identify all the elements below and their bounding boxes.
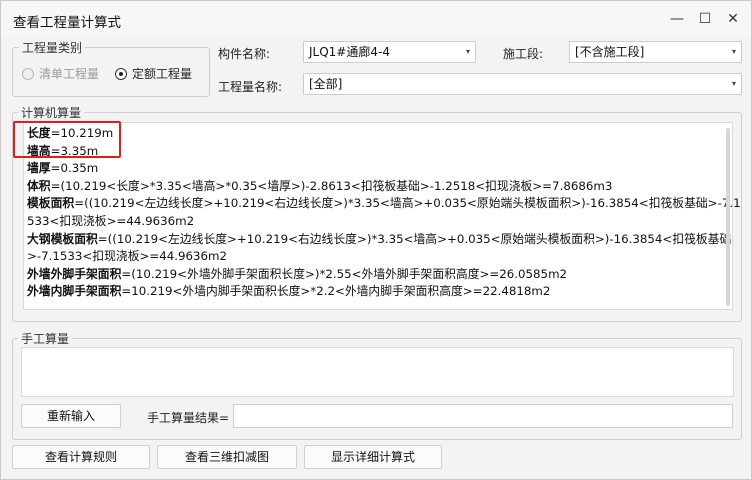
qtyname-select[interactable]: [全部] ▾ — [303, 73, 742, 95]
manual-calc-legend: 手工算量 — [18, 330, 73, 347]
minimize-icon[interactable]: — — [663, 7, 691, 31]
formula-line: >-7.1533<扣现浇板>=44.9636m2 — [27, 249, 228, 264]
stage-label: 施工段: — [503, 47, 544, 61]
chevron-down-icon: ▾ — [731, 47, 736, 56]
qtyname-value: [全部] — [309, 77, 343, 91]
formula-line: 体积=(10.219<长度>*3.35<墙高>*0.35<墙厚>)-2.8613… — [27, 178, 613, 193]
formula-line: 533<扣现浇板>=44.9636m2 — [27, 213, 195, 228]
manual-formula-input[interactable] — [21, 347, 734, 397]
stage-value: [不含施工段] — [575, 45, 645, 59]
formula-line: 墙高=3.35m — [27, 143, 99, 158]
radio-quota-qty[interactable]: 定额工程量 — [115, 65, 192, 82]
formula-line: 模板面积=((10.219<左边线长度>+10.219<右边线长度>)*3.35… — [27, 196, 741, 211]
chevron-down-icon: ▾ — [731, 79, 736, 88]
stage-select[interactable]: [不含施工段] ▾ — [569, 41, 742, 63]
view-3d-deduction-button[interactable]: 查看三维扣减图 — [157, 445, 297, 469]
qtyname-label: 工程量名称: — [218, 80, 283, 94]
maximize-icon[interactable]: ☐ — [691, 7, 719, 31]
title-bar: 查看工程量计算式 — ☐ ✕ — [1, 1, 751, 37]
vertical-scrollbar[interactable] — [726, 128, 730, 306]
component-label: 构件名称: — [218, 47, 271, 61]
formula-line: 大钢模板面积=((10.219<左边线长度>+10.219<右边线长度>)*3.… — [27, 231, 732, 246]
close-icon[interactable]: ✕ — [719, 7, 747, 31]
radio-bill-qty-circle — [22, 67, 34, 80]
radio-quota-qty-circle[interactable] — [115, 67, 127, 80]
manual-result-label: 手工算量结果= — [147, 411, 230, 425]
formula-line: 外墙外脚手架面积=(10.219<外墙外脚手架面积长度>)*2.55<外墙外脚手… — [27, 266, 568, 281]
component-value: JLQ1#通廊4-4 — [309, 45, 390, 59]
qty-type-legend: 工程量类别 — [19, 39, 86, 56]
formula-line: 外墙内脚手架面积=10.219<外墙内脚手架面积长度>*2.2<外墙内脚手架面积… — [27, 284, 551, 299]
computer-calc-legend: 计算机算量 — [18, 104, 85, 121]
chevron-down-icon: ▾ — [465, 47, 470, 56]
show-detail-formula-button[interactable]: 显示详细计算式 — [304, 445, 442, 469]
radio-bill-qty: 清单工程量 — [22, 65, 99, 82]
radio-quota-qty-label: 定额工程量 — [132, 67, 193, 81]
view-rules-button[interactable]: 查看计算规则 — [12, 445, 150, 469]
reinput-button[interactable]: 重新输入 — [21, 404, 121, 428]
manual-result-field[interactable] — [233, 404, 733, 428]
formula-line: 长度=10.219m — [27, 126, 114, 140]
calc-formula-dialog: 查看工程量计算式 — ☐ ✕ 工程量类别 清单工程量 定额工程量 构件名称: J… — [0, 0, 752, 480]
radio-bill-qty-label: 清单工程量 — [39, 67, 100, 81]
window-title: 查看工程量计算式 — [13, 15, 121, 31]
formula-textarea[interactable]: 长度=10.219m 墙高=3.35m 墙厚=0.35m 体积=(10.219<… — [23, 122, 741, 310]
formula-line: 墙厚=0.35m — [27, 161, 99, 176]
component-select[interactable]: JLQ1#通廊4-4 ▾ — [303, 41, 476, 63]
red-highlight-box — [13, 121, 121, 158]
